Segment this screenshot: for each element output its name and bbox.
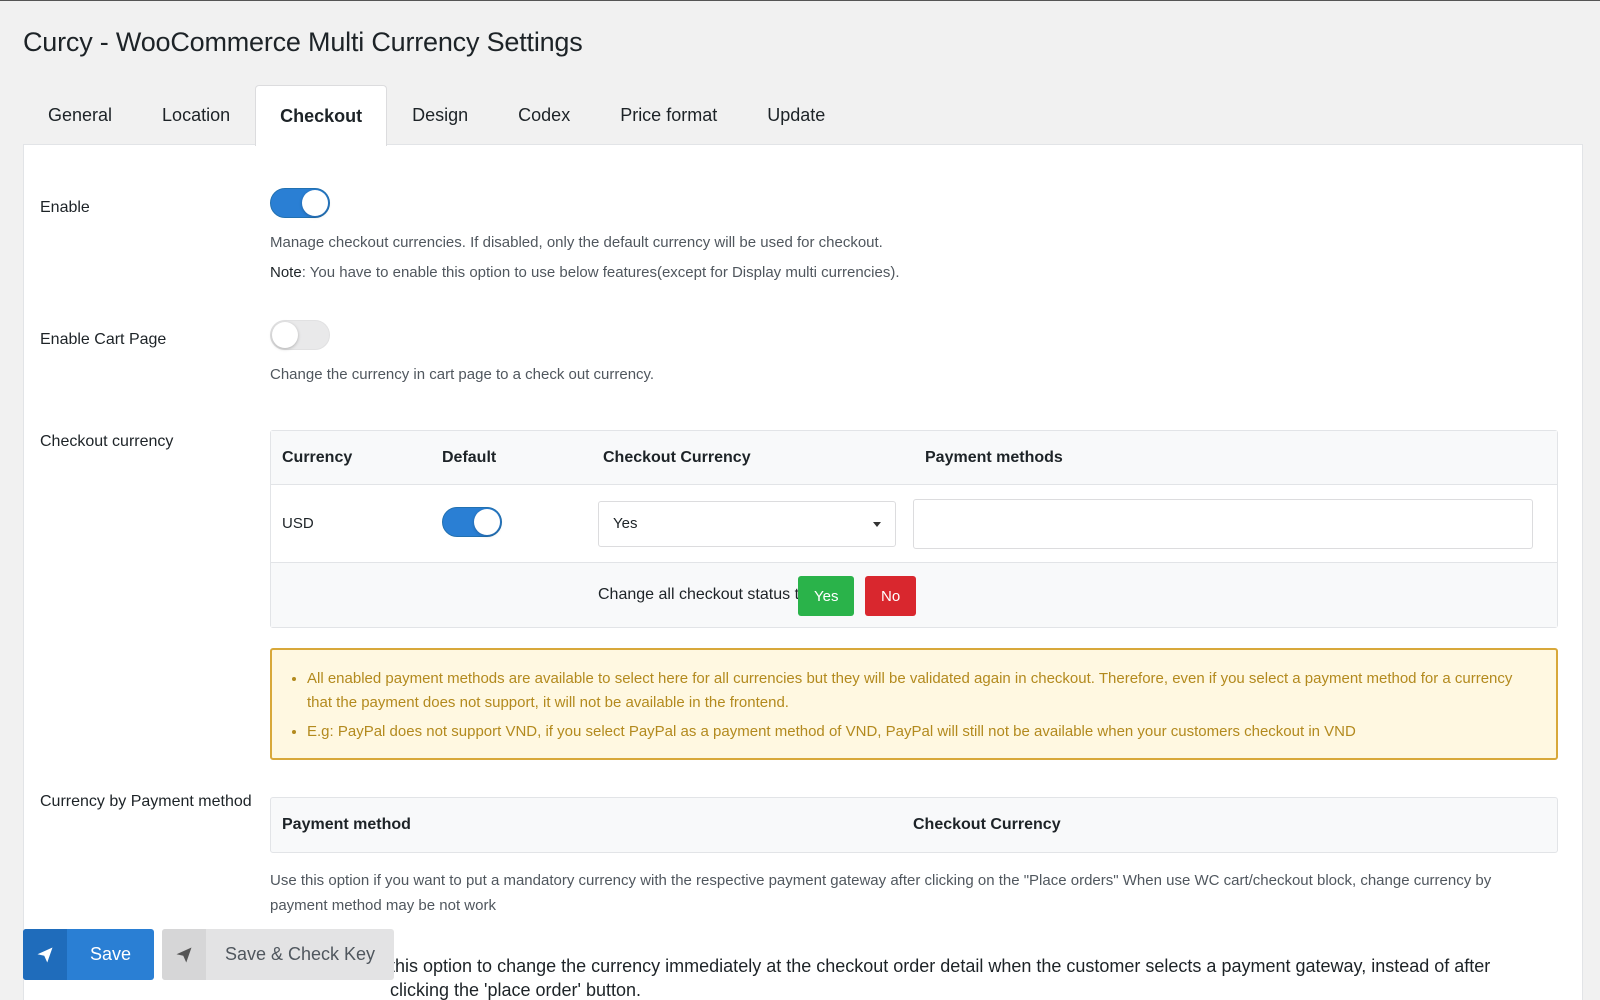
col-currency: Currency bbox=[282, 449, 353, 466]
tab-general[interactable]: General bbox=[23, 85, 137, 145]
select-value: Yes bbox=[613, 515, 638, 532]
tab-checkout[interactable]: Checkout bbox=[255, 85, 388, 146]
checkout-currency-table: Currency Default Checkout Currency Payme… bbox=[270, 430, 1558, 628]
enable-description: Manage checkout currencies. If disabled,… bbox=[270, 228, 900, 288]
save-check-key-label: Save & Check Key bbox=[224, 944, 376, 964]
change-all-label: Change all checkout status to: bbox=[598, 586, 813, 603]
col-payment-methods: Payment methods bbox=[925, 449, 1063, 466]
col-default: Default bbox=[442, 449, 497, 466]
payment-methods-input[interactable] bbox=[913, 499, 1533, 549]
payment-methods-notice: All enabled payment methods are availabl… bbox=[270, 648, 1558, 760]
enable-toggle[interactable] bbox=[270, 188, 330, 218]
toggle-knob bbox=[272, 322, 298, 348]
currency-by-payment-table: Payment method Checkout Currency bbox=[270, 797, 1558, 853]
currency-by-payment-description: Use this option if you want to put a man… bbox=[270, 872, 1492, 914]
note-prefix: Note bbox=[270, 264, 302, 281]
enable-note: Note: You have to enable this option to … bbox=[270, 258, 900, 288]
col-checkout-currency: Checkout Currency bbox=[913, 816, 1061, 833]
enable-cart-toggle[interactable] bbox=[270, 320, 330, 350]
col-payment-method: Payment method bbox=[282, 816, 411, 833]
checkout-currency-label: Checkout currency bbox=[40, 433, 174, 450]
instant-change-description: this option to change the currency immed… bbox=[390, 956, 1491, 1000]
currency-by-payment-label: Currency by Payment method bbox=[40, 793, 252, 810]
note-text: : You have to enable this option to use … bbox=[301, 264, 900, 281]
save-check-key-button[interactable]: Save & Check Key bbox=[162, 929, 394, 980]
caret-down-icon bbox=[873, 522, 881, 527]
table-footer: Change all checkout status to: Yes No bbox=[271, 563, 1557, 627]
notice-list: All enabled payment methods are availabl… bbox=[307, 667, 1536, 744]
paper-plane-icon bbox=[23, 929, 67, 980]
set-all-no-button[interactable]: No bbox=[865, 576, 917, 616]
notice-item: E.g: PayPal does not support VND, if you… bbox=[307, 720, 1536, 744]
tab-price-format[interactable]: Price format bbox=[595, 85, 742, 145]
col-checkout-currency: Checkout Currency bbox=[603, 449, 751, 466]
tab-update[interactable]: Update bbox=[742, 85, 850, 145]
set-all-yes-button[interactable]: Yes bbox=[798, 576, 855, 616]
tab-codex[interactable]: Codex bbox=[493, 85, 595, 145]
tab-location[interactable]: Location bbox=[137, 85, 255, 145]
tab-design[interactable]: Design bbox=[387, 85, 493, 145]
page-title: Curcy - WooCommerce Multi Currency Setti… bbox=[23, 27, 583, 57]
enable-label: Enable bbox=[40, 199, 90, 216]
save-button-label: Save bbox=[89, 944, 132, 964]
save-button[interactable]: Save bbox=[23, 929, 154, 980]
default-currency-toggle[interactable] bbox=[442, 507, 502, 537]
checkout-settings-panel: Enable Manage checkout currencies. If di… bbox=[23, 144, 1583, 1000]
toggle-knob bbox=[302, 190, 328, 216]
enable-cart-label: Enable Cart Page bbox=[40, 331, 167, 348]
toggle-knob bbox=[474, 509, 500, 535]
currency-code: USD bbox=[282, 515, 314, 532]
notice-item: All enabled payment methods are availabl… bbox=[307, 667, 1536, 715]
paper-plane-icon bbox=[162, 929, 206, 980]
table-row: USD Yes bbox=[271, 485, 1557, 563]
checkout-currency-select[interactable]: Yes bbox=[598, 501, 896, 547]
enable-cart-description: Change the currency in cart page to a ch… bbox=[270, 366, 655, 383]
table-header: Currency Default Checkout Currency Payme… bbox=[271, 431, 1557, 485]
enable-desc-text: Manage checkout currencies. If disabled,… bbox=[270, 234, 883, 251]
settings-tabs: General Location Checkout Design Codex P… bbox=[23, 85, 850, 146]
